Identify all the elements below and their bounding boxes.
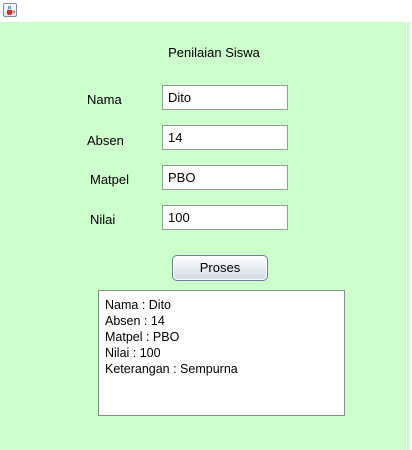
result-line: Nilai : 100 bbox=[105, 346, 161, 360]
matpel-field[interactable]: PBO bbox=[162, 165, 288, 190]
window-border bbox=[406, 22, 412, 450]
result-line: Absen : 14 bbox=[105, 314, 165, 328]
nama-field[interactable]: Dito bbox=[162, 85, 288, 110]
label-matpel: Matpel bbox=[90, 172, 130, 187]
label-absen: Absen bbox=[87, 133, 124, 148]
proses-button[interactable]: Proses bbox=[172, 255, 268, 281]
label-nilai: Nilai bbox=[90, 212, 116, 227]
nilai-field[interactable]: 100 bbox=[162, 205, 288, 230]
result-line: Nama : Dito bbox=[105, 298, 171, 312]
absen-field[interactable]: 14 bbox=[162, 125, 288, 150]
label-nama: Nama bbox=[87, 92, 122, 107]
form-title: Penilaian Siswa bbox=[168, 45, 260, 60]
result-line: Matpel : PBO bbox=[105, 330, 180, 344]
java-cup-icon[interactable] bbox=[3, 3, 17, 17]
result-textarea[interactable]: Nama : Dito Absen : 14 Matpel : PBO Nila… bbox=[98, 290, 345, 416]
window-titlebar bbox=[0, 0, 412, 22]
result-line: Keterangan : Sempurna bbox=[105, 362, 238, 376]
